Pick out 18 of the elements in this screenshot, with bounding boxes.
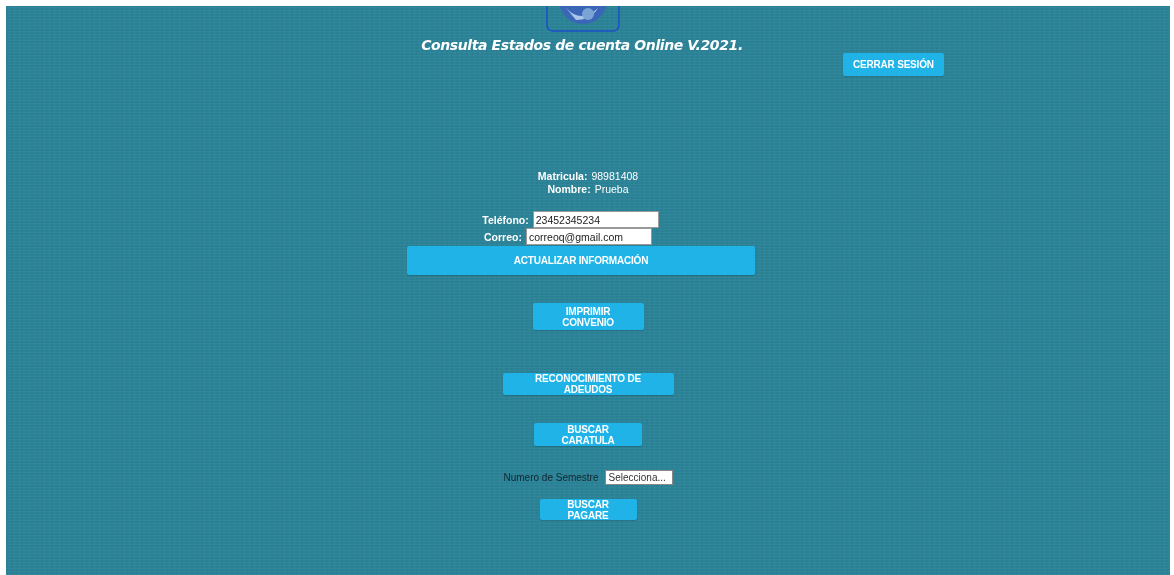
debt-acknowledgment-button[interactable]: RECONOCIMIENTO DE ADEUDOS: [502, 373, 674, 395]
globe-logo-icon: [546, 6, 620, 32]
search-promissory-button[interactable]: BUSCAR PAGARE: [539, 499, 637, 520]
page-title: Consulta Estados de cuenta Online V.2021.: [421, 37, 743, 53]
logout-button[interactable]: CERRAR SESIÓN: [843, 53, 944, 76]
field-label: Nombre:: [547, 183, 591, 196]
field-label: Teléfono:: [482, 213, 529, 226]
semester-select[interactable]: Selecciona...: [604, 470, 673, 485]
search-cover-button[interactable]: BUSCAR CARATULA: [534, 423, 642, 446]
semester-label: Numero de Semestre: [503, 472, 599, 483]
input-field[interactable]: correoq@gmail.com: [525, 228, 652, 245]
field-value: Prueba: [594, 183, 629, 196]
input-field[interactable]: 23452345234: [532, 211, 659, 228]
field-value: 98981408: [591, 170, 639, 183]
print-agreement-button[interactable]: IMPRIMIR CONVENIO: [532, 303, 644, 330]
update-info-button[interactable]: ACTUALIZAR INFORMACIÓN: [407, 246, 755, 275]
field-label: Correo:: [484, 230, 522, 243]
field-label: Matricula:: [537, 170, 588, 183]
